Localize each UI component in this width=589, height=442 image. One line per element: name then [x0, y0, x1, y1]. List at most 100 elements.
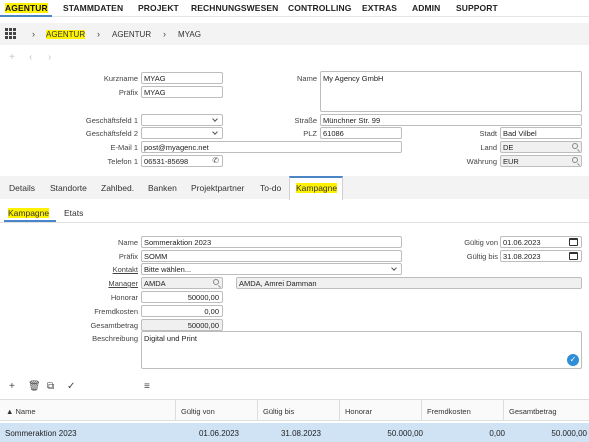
email-field[interactable]: post@myagenc.net — [141, 141, 402, 153]
apps-grid-icon[interactable] — [5, 28, 17, 40]
subtab-kampagne[interactable]: Kampagne — [8, 208, 50, 218]
beschreibung-label: Beschreibung — [92, 334, 138, 343]
top-navigation: AGENTUR STAMMDATEN PROJEKT RECHNUNGSWESE… — [0, 0, 589, 17]
gueltig-bis-field[interactable]: 31.08.2023 — [500, 250, 582, 262]
kurzname-field[interactable]: MYAG — [141, 72, 223, 84]
chevron-right-icon: › — [97, 29, 100, 39]
tab-details[interactable]: Details — [9, 183, 35, 193]
honorar-label: Honorar — [110, 293, 138, 302]
chevron-down-icon — [391, 265, 397, 271]
manager-name-display: AMDA, Amrei Damman — [236, 277, 582, 289]
land-field[interactable]: DE — [500, 141, 582, 153]
telefon-field[interactable]: 06531-85698 ✆ — [141, 155, 223, 167]
arrow-right-icon: › — [48, 52, 52, 63]
nav-agentur[interactable]: AGENTUR — [5, 3, 48, 13]
geschaeftsfeld1-label: Geschäftsfeld 1 — [85, 116, 138, 125]
table-row[interactable]: Sommeraktion 2023 01.06.2023 31.08.2023 … — [0, 423, 589, 442]
search-icon[interactable] — [572, 143, 578, 149]
nav-controlling[interactable]: CONTROLLING — [288, 3, 351, 13]
search-icon[interactable] — [572, 157, 578, 163]
trash-icon[interactable]: 🗑 — [28, 381, 41, 392]
menu-icon[interactable]: ≡ — [144, 381, 150, 392]
arrow-left-icon: ‹ — [29, 52, 33, 63]
gueltig-von-label: Gültig von — [464, 238, 498, 247]
fremdkosten-label: Fremdkosten — [94, 307, 138, 316]
stadt-label: Stadt — [479, 129, 497, 138]
copy-icon[interactable]: ⧉ — [47, 381, 54, 392]
column-header-gesamtbetrag[interactable]: Gesamtbetrag — [509, 407, 557, 416]
tab-banken[interactable]: Banken — [148, 183, 177, 193]
plz-field[interactable]: 61086 — [320, 127, 402, 139]
tab-projektpartner[interactable]: Projektpartner — [191, 183, 244, 193]
gesamtbetrag-label: Gesamtbetrag — [90, 321, 138, 330]
tab-kampagne[interactable]: Kampagne — [296, 183, 338, 193]
search-icon[interactable] — [213, 279, 219, 285]
add-icon[interactable]: + — [9, 381, 15, 392]
table-header: ▲ Name Gültig von Gültig bis Honorar Fre… — [0, 399, 589, 421]
cell-fremdkosten: 0,00 — [489, 429, 505, 438]
kontakt-label[interactable]: Kontakt — [113, 265, 138, 274]
kampagne-praefix-field[interactable]: SOMM — [141, 250, 402, 262]
cell-honorar: 50.000,00 — [387, 429, 423, 438]
praefix-field[interactable]: MYAG — [141, 86, 223, 98]
nav-stammdaten[interactable]: STAMMDATEN — [63, 3, 123, 13]
chevron-right-icon: › — [163, 29, 166, 39]
gueltig-bis-label: Gültig bis — [466, 252, 498, 261]
gesamtbetrag-field: 50000,00 — [141, 319, 223, 331]
kampagne-name-field[interactable]: Sommeraktion 2023 — [141, 236, 402, 248]
honorar-field[interactable]: 50000,00 — [141, 291, 223, 303]
kampagne-name-label: Name — [117, 238, 138, 247]
column-header-honorar[interactable]: Honorar — [345, 407, 372, 416]
kontakt-select[interactable]: Bitte wählen... — [141, 263, 402, 275]
calendar-icon[interactable] — [569, 252, 578, 260]
chevron-right-icon: › — [32, 29, 35, 39]
nav-support[interactable]: SUPPORT — [456, 3, 498, 13]
column-header-name[interactable]: ▲ Name — [6, 407, 36, 416]
cell-name: Sommeraktion 2023 — [5, 429, 77, 438]
tab-standorte[interactable]: Standorte — [50, 183, 87, 193]
gueltig-von-field[interactable]: 01.06.2023 — [500, 236, 582, 248]
email-label: E-Mail 1 — [110, 143, 138, 152]
manager-label[interactable]: Manager — [108, 279, 138, 288]
beschreibung-textarea[interactable]: Digital und Print — [141, 331, 582, 369]
cell-gueltig-bis: 31.08.2023 — [280, 429, 321, 438]
kurzname-label: Kurzname — [103, 74, 138, 83]
subtab-etats[interactable]: Etats — [64, 208, 83, 218]
column-header-fremdkosten[interactable]: Fremdkosten — [427, 407, 471, 416]
telefon-label: Telefon 1 — [107, 157, 138, 166]
chevron-down-icon — [212, 129, 218, 135]
land-label: Land — [480, 143, 497, 152]
breadcrumb-item-agentur-2[interactable]: AGENTUR — [112, 30, 151, 39]
add-icon: + — [9, 52, 15, 63]
geschaeftsfeld2-label: Geschäftsfeld 2 — [85, 129, 138, 138]
column-header-gueltig-von[interactable]: Gültig von — [181, 407, 215, 416]
nav-active-indicator — [0, 15, 52, 17]
column-header-gueltig-bis[interactable]: Gültig bis — [263, 407, 294, 416]
fremdkosten-field[interactable]: 0,00 — [141, 305, 223, 317]
check-circle-icon[interactable]: ✓ — [567, 354, 579, 366]
chevron-down-icon — [212, 116, 218, 122]
plz-label: PLZ — [303, 129, 317, 138]
strasse-field[interactable]: Münchner Str. 99 — [320, 114, 582, 126]
waehrung-field[interactable]: EUR — [500, 155, 582, 167]
waehrung-label: Währung — [466, 157, 497, 166]
geschaeftsfeld1-select[interactable] — [141, 114, 223, 126]
praefix-label: Präfix — [118, 88, 138, 97]
phone-icon[interactable]: ✆ — [212, 156, 219, 165]
manager-field[interactable]: AMDA — [141, 277, 223, 289]
geschaeftsfeld2-select[interactable] — [141, 127, 223, 139]
name-textarea[interactable]: My Agency GmbH — [320, 71, 582, 112]
nav-rechnungswesen[interactable]: RECHNUNGSWESEN — [191, 3, 278, 13]
nav-projekt[interactable]: PROJEKT — [138, 3, 179, 13]
breadcrumb-item-agentur[interactable]: AGENTUR — [46, 30, 86, 39]
tab-todo[interactable]: To-do — [260, 183, 281, 193]
check-icon[interactable]: ✓ — [67, 381, 75, 392]
nav-admin[interactable]: ADMIN — [412, 3, 440, 13]
tab-zahlbed[interactable]: Zahlbed. — [101, 183, 134, 193]
nav-extras[interactable]: EXTRAS — [362, 3, 397, 13]
calendar-icon[interactable] — [569, 238, 578, 246]
stadt-field[interactable]: Bad Vilbel — [500, 127, 582, 139]
breadcrumb: › AGENTUR › AGENTUR › MYAG — [0, 23, 589, 45]
breadcrumb-item-current: MYAG — [178, 30, 201, 39]
cell-gesamtbetrag: 50.000,00 — [551, 429, 587, 438]
